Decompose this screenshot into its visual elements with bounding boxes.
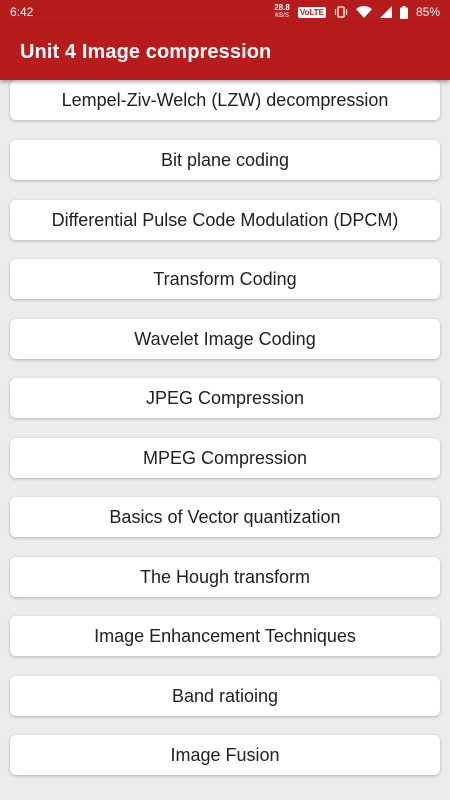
topic-item-bit-plane-coding[interactable]: Bit plane coding <box>10 140 440 180</box>
topic-item-transform-coding[interactable]: Transform Coding <box>10 259 440 299</box>
network-speed-unit: KB/S <box>275 13 289 19</box>
battery-icon <box>399 5 408 19</box>
topic-item-lzw-decompression[interactable]: Lempel-Ziv-Welch (LZW) decompression <box>10 80 440 120</box>
topic-item-hough-transform[interactable]: The Hough transform <box>10 557 440 597</box>
app-bar: Unit 4 Image compression <box>0 24 450 80</box>
topic-item-image-fusion[interactable]: Image Fusion <box>10 735 440 775</box>
volte-badge: VoLTE <box>297 6 326 18</box>
status-time: 6:42 <box>10 5 34 19</box>
page-title: Unit 4 Image compression <box>20 40 272 63</box>
topic-item-mpeg-compression[interactable]: MPEG Compression <box>10 438 440 478</box>
network-speed-value: 28.8 <box>274 3 290 12</box>
topic-item-image-enhancement[interactable]: Image Enhancement Techniques <box>10 616 440 656</box>
topic-item-band-ratioing[interactable]: Band ratioing <box>10 676 440 716</box>
topic-item-wavelet-image-coding[interactable]: Wavelet Image Coding <box>10 319 440 359</box>
signal-icon <box>379 6 392 18</box>
network-speed: 28.8 KB/S <box>274 4 290 20</box>
wifi-icon <box>355 6 372 18</box>
topic-item-jpeg-compression[interactable]: JPEG Compression <box>10 378 440 418</box>
topic-item-dpcm[interactable]: Differential Pulse Code Modulation (DPCM… <box>10 200 440 240</box>
status-bar: 6:42 28.8 KB/S VoLTE 85% <box>0 0 450 24</box>
battery-percent: 85% <box>415 5 440 19</box>
vibrate-icon <box>334 6 348 18</box>
topic-list[interactable]: Lempel-Ziv-Welch (LZW) decompression Bit… <box>0 80 450 800</box>
topic-item-vector-quantization[interactable]: Basics of Vector quantization <box>10 497 440 537</box>
